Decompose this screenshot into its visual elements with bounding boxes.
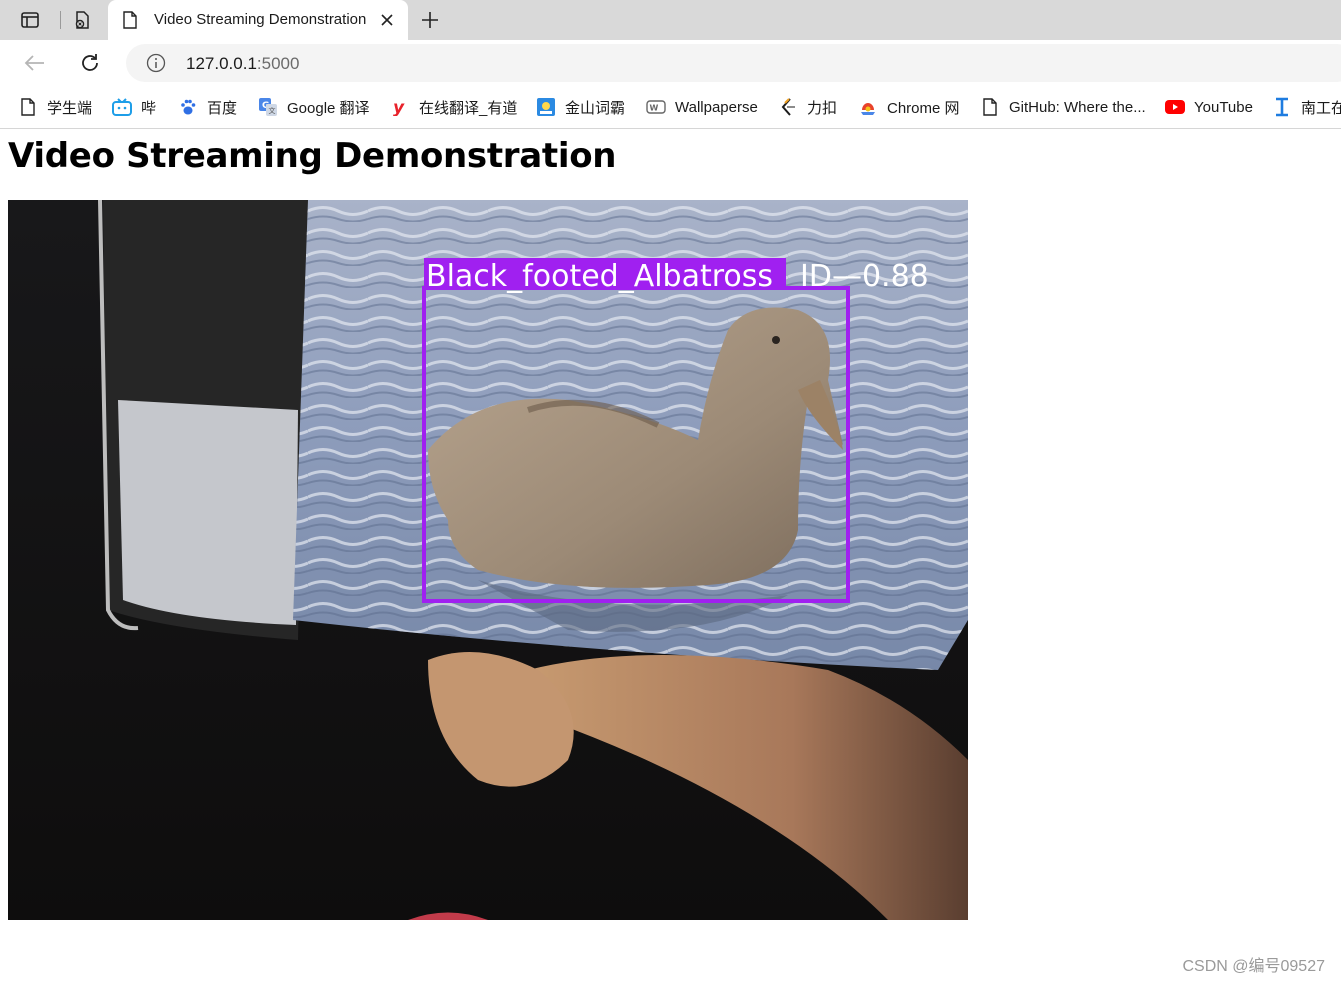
- bookmark-chrome-store[interactable]: Chrome 网: [858, 95, 960, 119]
- active-tab[interactable]: Video Streaming Demonstration: [108, 0, 408, 40]
- page-title: Video Streaming Demonstration: [8, 136, 617, 176]
- text-cursor-icon: [1272, 97, 1292, 117]
- video-frame-image: Black_footed_Albatross ID—0.88: [8, 200, 968, 920]
- bookmark-google-translate[interactable]: G文 Google 翻译: [258, 95, 370, 119]
- video-stream: Black_footed_Albatross ID—0.88: [8, 200, 968, 920]
- bilibili-icon: [112, 97, 132, 117]
- tab-title: Video Streaming Demonstration: [154, 11, 367, 28]
- svg-text:文: 文: [269, 106, 276, 115]
- bookmark-leetcode[interactable]: 力扣: [778, 95, 837, 119]
- site-info-icon[interactable]: [146, 53, 166, 78]
- tab-strip: Video Streaming Demonstration: [0, 0, 1341, 40]
- baidu-paw-icon: [178, 97, 198, 117]
- browser-toolbar: 127.0.0.1:5000: [0, 40, 1341, 86]
- youtube-icon: [1165, 97, 1185, 117]
- close-tab-icon[interactable]: [378, 11, 396, 29]
- bookmark-bilibili[interactable]: 哔: [112, 95, 156, 119]
- svg-text:y: y: [393, 98, 405, 116]
- refresh-icon[interactable]: [76, 49, 104, 77]
- wallpaper-icon: W: [646, 97, 666, 117]
- leetcode-icon: [778, 97, 798, 117]
- detection-score: ID—0.88: [800, 259, 929, 294]
- chrome-store-icon: [858, 97, 878, 117]
- tab-actions-icon[interactable]: [16, 6, 44, 34]
- csdn-watermark: CSDN @编号09527: [1182, 958, 1325, 975]
- bookmark-jinshan-ciba[interactable]: 金山词霸: [536, 95, 625, 119]
- bookmark-github[interactable]: GitHub: Where the...: [980, 95, 1146, 119]
- bookmark-wallpaperse[interactable]: W Wallpaperse: [646, 95, 758, 119]
- google-translate-icon: G文: [258, 97, 278, 117]
- page-icon: [18, 97, 38, 117]
- strip-divider: [60, 11, 61, 29]
- bookmark-xueshengduan[interactable]: 学生端: [18, 95, 92, 119]
- detection-label: Black_footed_Albatross: [426, 259, 773, 294]
- page-icon: [122, 11, 138, 34]
- bookmark-youtube[interactable]: YouTube: [1165, 95, 1253, 119]
- workspaces-icon[interactable]: [68, 6, 96, 34]
- new-tab-button[interactable]: [416, 6, 444, 34]
- bookmark-baidu[interactable]: 百度: [178, 95, 237, 119]
- url-text[interactable]: 127.0.0.1:5000: [186, 54, 299, 74]
- bookmarks-bar: 学生端 哔 百度 G文 Google 翻译 y 在线翻译_有道 金山词霸 W W…: [0, 86, 1341, 129]
- kingsoft-ciba-icon: [536, 97, 556, 117]
- svg-text:W: W: [650, 104, 659, 113]
- youdao-icon: y: [390, 97, 410, 117]
- page-icon: [980, 97, 1000, 117]
- address-bar[interactable]: 127.0.0.1:5000: [126, 44, 1341, 82]
- back-arrow-icon[interactable]: [20, 49, 48, 77]
- bookmark-youdao[interactable]: y 在线翻译_有道: [390, 95, 517, 119]
- bookmark-nangong[interactable]: 南工在: [1272, 95, 1341, 119]
